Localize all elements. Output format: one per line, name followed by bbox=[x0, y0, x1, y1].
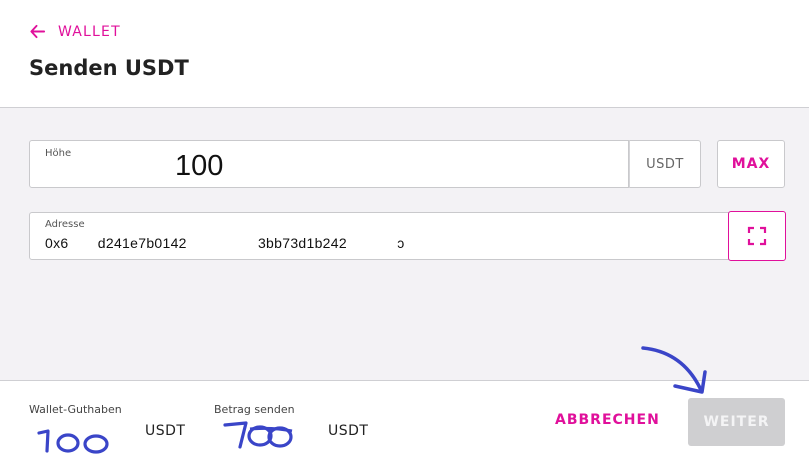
send-amount-unit: USDT bbox=[328, 423, 369, 439]
back-to-wallet-link[interactable]: WALLET bbox=[29, 23, 121, 40]
page-header: WALLET Senden USDT bbox=[0, 0, 809, 108]
amount-label: Höhe bbox=[45, 148, 72, 159]
address-label: Adresse bbox=[45, 219, 85, 230]
page-title: Senden USDT bbox=[29, 56, 189, 80]
send-amount-label: Betrag senden bbox=[214, 403, 295, 416]
arrow-left-icon bbox=[30, 24, 46, 39]
max-button[interactable]: MAX bbox=[717, 140, 785, 188]
amount-input[interactable]: Höhe 100 bbox=[29, 140, 629, 188]
next-button[interactable]: WEITER bbox=[688, 398, 785, 446]
address-input[interactable]: Adresse 0x6 d241e7b0142 3bb73d1b242 ɔ bbox=[29, 212, 729, 260]
wallet-balance-unit: USDT bbox=[145, 423, 186, 439]
address-value: 0x6 d241e7b0142 3bb73d1b242 ɔ bbox=[45, 235, 405, 251]
amount-unit: USDT bbox=[629, 140, 701, 188]
scan-frame-icon bbox=[747, 226, 767, 246]
cancel-button[interactable]: ABBRECHEN bbox=[555, 412, 660, 428]
send-amount-scribble bbox=[223, 421, 293, 449]
back-label: WALLET bbox=[58, 23, 121, 40]
amount-value: 100 bbox=[175, 150, 224, 182]
qr-scan-button[interactable] bbox=[728, 211, 786, 261]
wallet-balance-label: Wallet-Guthaben bbox=[29, 403, 122, 416]
footer-bar: Wallet-Guthaben USDT Betrag senden USDT … bbox=[0, 380, 809, 458]
balance-scribble bbox=[37, 429, 109, 454]
